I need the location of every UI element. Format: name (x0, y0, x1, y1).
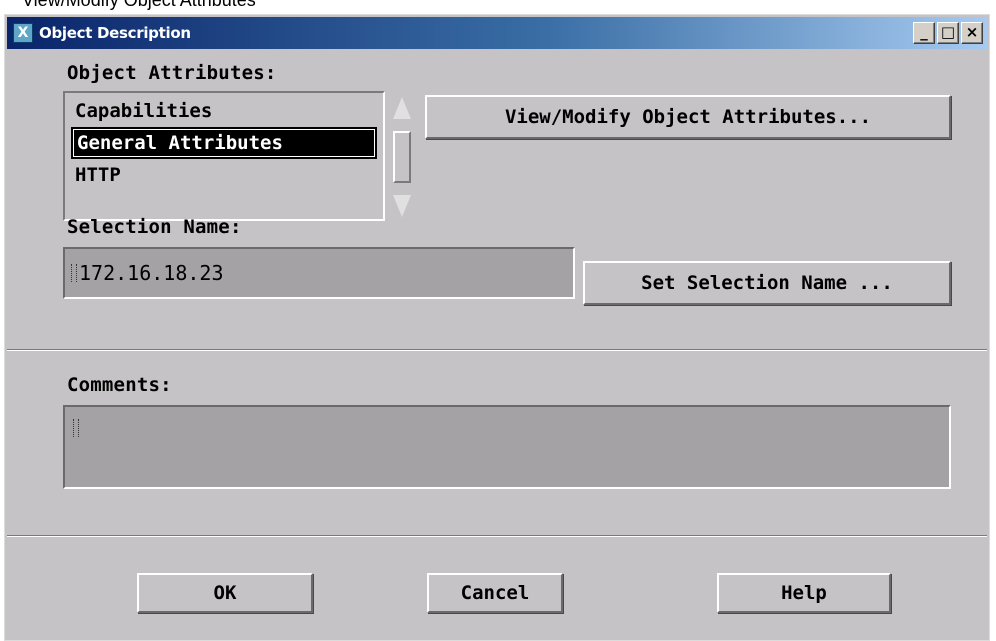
arrow-down-icon[interactable] (393, 195, 411, 217)
ok-button[interactable]: OK (137, 573, 313, 613)
scrollbar-thumb[interactable] (393, 131, 411, 183)
x-window-icon[interactable]: X (13, 23, 33, 43)
comments-input[interactable] (63, 405, 951, 489)
selection-name-label: Selection Name: (67, 216, 242, 238)
section-divider (7, 349, 987, 351)
cancel-button[interactable]: Cancel (427, 573, 563, 613)
object-description-dialog: X Object Description _ □ × Object Attrib… (4, 14, 990, 641)
set-selection-name-button[interactable]: Set Selection Name ... (583, 261, 951, 305)
buttons-divider (7, 535, 987, 537)
background-window-caption: View/Modify Object Attributes (22, 0, 256, 10)
list-item-general-attributes[interactable]: General Attributes (71, 127, 377, 159)
list-item-capabilities[interactable]: Capabilities (71, 95, 212, 127)
text-cursor-icon (73, 419, 79, 437)
maximize-icon[interactable]: □ (937, 22, 959, 44)
selection-name-input[interactable]: 172.16.18.23 (63, 247, 575, 299)
help-button[interactable]: Help (717, 573, 891, 613)
selection-name-value: 172.16.18.23 (79, 261, 224, 285)
close-icon[interactable]: × (961, 22, 983, 44)
object-attributes-label: Object Attributes: (67, 62, 277, 84)
comments-label: Comments: (67, 374, 172, 396)
window-title: Object Description (39, 24, 191, 42)
list-item-http[interactable]: HTTP (71, 159, 121, 191)
minimize-icon[interactable]: _ (913, 22, 935, 44)
arrow-up-icon[interactable] (393, 97, 411, 119)
text-cursor-icon (71, 264, 77, 282)
title-bar[interactable]: X Object Description _ □ × (7, 17, 987, 49)
list-scrollbar[interactable] (387, 95, 417, 219)
view-modify-attributes-button[interactable]: View/Modify Object Attributes... (425, 95, 951, 139)
object-attributes-list[interactable]: Capabilities General Attributes HTTP (63, 91, 385, 221)
